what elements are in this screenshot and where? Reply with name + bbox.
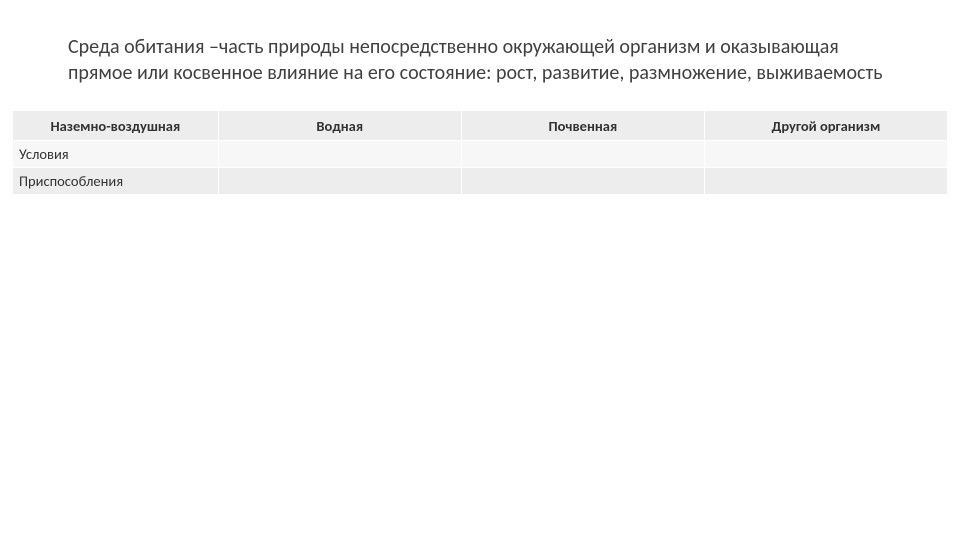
table-cell — [461, 141, 704, 168]
habitat-table: Наземно-воздушная Водная Почвенная Друго… — [12, 110, 948, 195]
table-cell — [218, 141, 461, 168]
table-header-cell: Почвенная — [461, 111, 704, 141]
table-row: Приспособления — [13, 168, 948, 195]
table-cell — [461, 168, 704, 195]
table-cell — [704, 168, 947, 195]
table-wrapper: Наземно-воздушная Водная Почвенная Друго… — [0, 110, 960, 195]
table-cell — [704, 141, 947, 168]
table-row: Условия — [13, 141, 948, 168]
table-header-cell: Водная — [218, 111, 461, 141]
table-header-cell: Другой организм — [704, 111, 947, 141]
table-header-cell: Наземно-воздушная — [13, 111, 219, 141]
table-cell — [218, 168, 461, 195]
row-label: Приспособления — [13, 168, 219, 195]
row-label: Условия — [13, 141, 219, 168]
slide-title: Среда обитания –часть природы непосредст… — [68, 34, 892, 86]
slide-container: Среда обитания –часть природы непосредст… — [0, 0, 960, 195]
table-header-row: Наземно-воздушная Водная Почвенная Друго… — [13, 111, 948, 141]
